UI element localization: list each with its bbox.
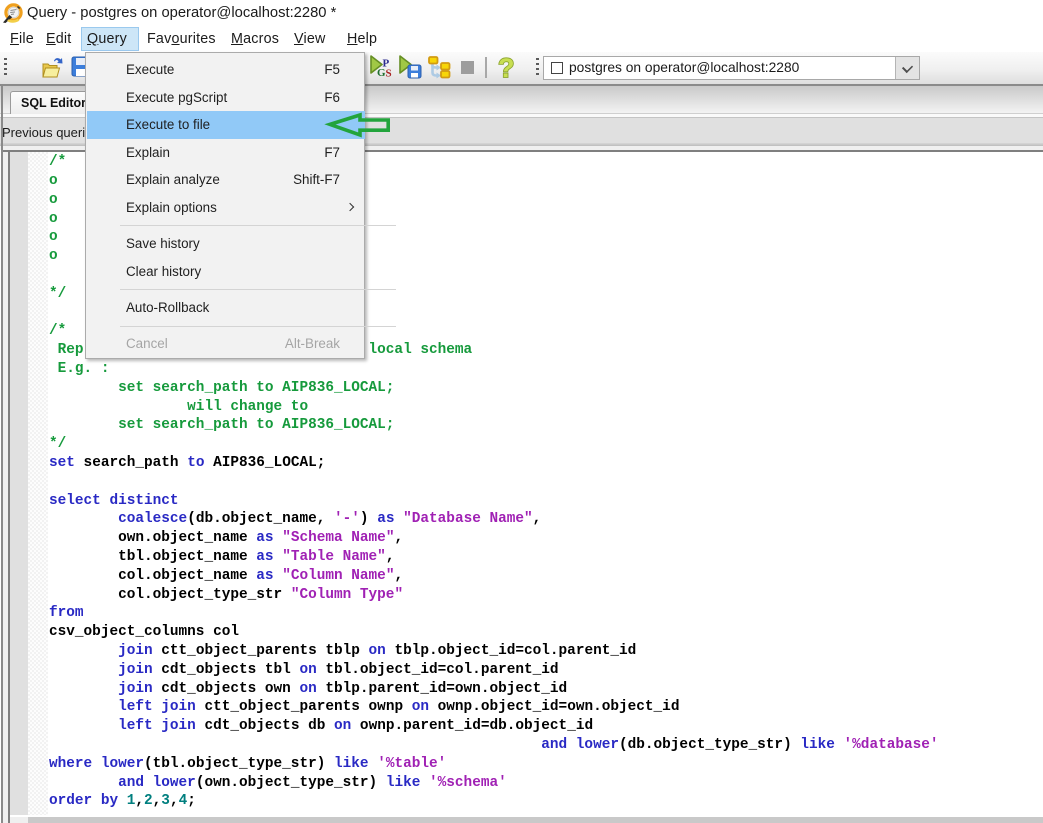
svg-text:S: S bbox=[386, 68, 392, 80]
svg-text:?: ? bbox=[498, 54, 515, 82]
